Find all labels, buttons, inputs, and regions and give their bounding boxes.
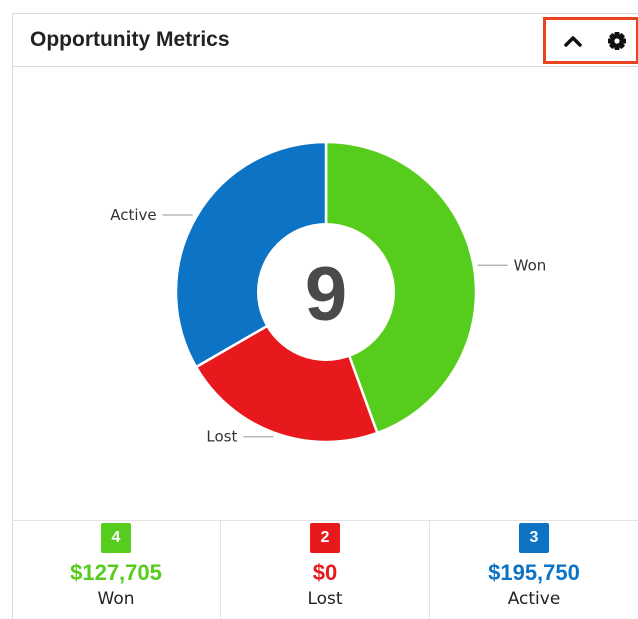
slice-label-lost: Lost bbox=[206, 428, 237, 446]
stat-active: 3 $195,750 Active bbox=[430, 521, 638, 619]
won-label: Won bbox=[97, 589, 135, 609]
won-amount: $127,705 bbox=[70, 560, 162, 585]
lost-count-badge: 2 bbox=[310, 523, 340, 553]
active-label: Active bbox=[507, 589, 561, 609]
slice-label-won: Won bbox=[514, 256, 547, 274]
active-amount: $195,750 bbox=[488, 560, 580, 585]
won-count-badge: 4 bbox=[101, 523, 131, 553]
total-count: 9 bbox=[305, 252, 347, 337]
slice-label-active: Active bbox=[110, 206, 156, 224]
stat-won: 4 $127,705 Won bbox=[12, 521, 221, 619]
lost-label: Lost bbox=[307, 589, 343, 609]
lost-amount: $0 bbox=[312, 560, 338, 585]
donut-chart: 9 Won Lost Active bbox=[110, 140, 547, 446]
stats-row: 4 $127,705 Won 2 $0 Lost 3 $195,750 Acti… bbox=[12, 520, 638, 619]
active-count-badge: 3 bbox=[519, 523, 549, 553]
stat-lost: 2 $0 Lost bbox=[221, 521, 430, 619]
